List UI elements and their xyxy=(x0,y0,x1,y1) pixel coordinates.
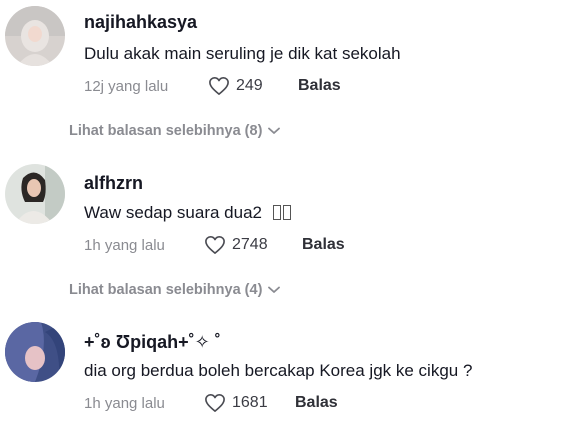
comment-item: alfhzrn Waw sedap suara dua2 1h yang lal… xyxy=(0,160,582,270)
comment-text: dia org berdua boleh bercakap Korea jgk … xyxy=(84,361,473,380)
comment-timestamp: 1h yang lalu xyxy=(84,395,165,412)
reply-button[interactable]: Balas xyxy=(298,77,341,95)
view-more-replies-label: Lihat balasan selebihnya (4) xyxy=(69,282,263,298)
like-button[interactable]: 2748 xyxy=(204,235,268,255)
avatar[interactable] xyxy=(5,164,65,224)
view-more-replies-label: Lihat balasan selebihnya (8) xyxy=(69,123,263,139)
like-button[interactable]: 1681 xyxy=(204,393,268,413)
comment-item: +˚ʚ Ʊpiqah+˚✧ ˚ dia org berdua boleh ber… xyxy=(0,318,582,429)
like-count: 249 xyxy=(236,77,263,94)
chevron-down-icon xyxy=(268,127,281,134)
comment-meta: 1h yang lalu 1681 Balas xyxy=(84,393,484,415)
comment-timestamp: 12j yang lalu xyxy=(84,78,169,95)
comment-username[interactable]: +˚ʚ Ʊpiqah+˚✧ ˚ xyxy=(84,332,221,353)
comment-text: Waw sedap suara dua2 xyxy=(84,203,291,223)
heart-icon xyxy=(205,236,225,254)
comment-meta: 1h yang lalu 2748 Balas xyxy=(84,235,484,257)
comment-text: Dulu akak main seruling je dik kat sekol… xyxy=(84,44,401,63)
heart-icon xyxy=(205,394,225,412)
comment-item: najihahkasya Dulu akak main seruling je … xyxy=(0,0,582,110)
reply-button[interactable]: Balas xyxy=(302,236,345,254)
like-button[interactable]: 249 xyxy=(208,76,263,96)
avatar[interactable] xyxy=(5,322,65,382)
reply-button[interactable]: Balas xyxy=(295,394,338,412)
comment-text-body: Waw sedap suara dua2 xyxy=(84,203,262,222)
comment-meta: 12j yang lalu 249 Balas xyxy=(84,76,484,98)
emoji-placeholder-icon xyxy=(271,203,291,222)
comment-timestamp: 1h yang lalu xyxy=(84,237,165,254)
comment-username[interactable]: alfhzrn xyxy=(84,173,143,194)
view-more-replies[interactable]: Lihat balasan selebihnya (4) xyxy=(69,282,281,298)
avatar[interactable] xyxy=(5,6,65,66)
comment-username[interactable]: najihahkasya xyxy=(84,12,197,33)
like-count: 2748 xyxy=(232,236,268,253)
view-more-replies[interactable]: Lihat balasan selebihnya (8) xyxy=(69,123,281,139)
chevron-down-icon xyxy=(268,286,281,293)
like-count: 1681 xyxy=(232,394,268,411)
heart-icon xyxy=(209,77,229,95)
